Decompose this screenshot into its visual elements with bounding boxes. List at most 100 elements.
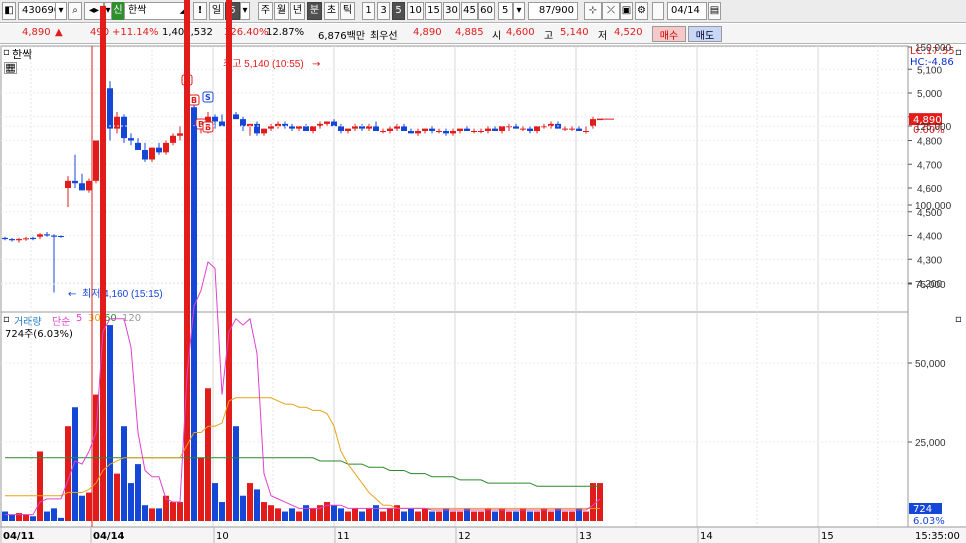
open-price: 4,600 xyxy=(506,27,535,38)
candle-body xyxy=(324,121,330,124)
best-ask: 4,890 xyxy=(413,27,442,38)
calendar-icon[interactable]: ▤ xyxy=(708,2,721,20)
candle-body xyxy=(548,123,554,127)
stock-name-label: 한싹 xyxy=(128,5,147,16)
stock-name-field[interactable]: 한싹 ◢ xyxy=(124,2,188,20)
interval-15[interactable]: 15 xyxy=(425,2,442,20)
interval-5[interactable]: 5 xyxy=(392,2,405,20)
price-settings-icon[interactable]: ▫ xyxy=(955,47,962,58)
count-input[interactable]: 5 xyxy=(498,2,513,20)
interval-30[interactable]: 30 xyxy=(443,2,460,20)
period-n-button[interactable]: 5 xyxy=(225,2,240,20)
alert-button[interactable]: ! xyxy=(193,2,207,20)
volume-bar xyxy=(72,407,78,521)
volume-bar xyxy=(51,508,57,521)
price-panel-title: 한싹 xyxy=(12,48,33,61)
candle-body xyxy=(191,107,197,127)
signal-marker xyxy=(188,94,200,106)
sell-button[interactable]: 매도 xyxy=(688,26,722,42)
candle-body xyxy=(275,123,281,127)
x-axis-bar xyxy=(0,527,966,543)
second-button[interactable]: 초 xyxy=(324,2,339,20)
volume-tick-label: 50,000 xyxy=(915,359,946,370)
speaker-dropdown-icon[interactable]: ▾ xyxy=(104,2,112,20)
candle-body xyxy=(597,119,603,121)
volume-bar xyxy=(226,0,232,522)
crosshair-icon[interactable]: ⊹ xyxy=(584,2,602,20)
period-day-button[interactable]: 일 xyxy=(209,2,224,20)
volume-bar xyxy=(30,516,36,521)
best-bid: 4,885 xyxy=(455,27,484,38)
grid-toggle-icon[interactable]: ▦ xyxy=(4,62,17,74)
volume-bar xyxy=(373,505,379,521)
volume-bar xyxy=(240,495,246,521)
x-axis-label: 11 xyxy=(337,531,350,542)
price-tick-label: 5,000 xyxy=(917,89,942,100)
change-percent: +11.14% xyxy=(112,27,159,38)
interval-3[interactable]: 3 xyxy=(377,2,390,20)
buy-button[interactable]: 매수 xyxy=(652,26,686,42)
candle-body xyxy=(366,126,372,129)
candle-body xyxy=(450,131,456,134)
code-dropdown-icon[interactable]: ▾ xyxy=(55,2,67,20)
volume-bar xyxy=(114,473,120,521)
interval-60[interactable]: 60 xyxy=(478,2,495,20)
interval-1[interactable]: 1 xyxy=(362,2,375,20)
ma60-label: 60 xyxy=(104,313,117,324)
volume-bar xyxy=(464,508,470,521)
period-dropdown-icon[interactable]: ▾ xyxy=(240,2,250,20)
volume-bar xyxy=(422,508,428,521)
volume-bar xyxy=(121,426,127,521)
volume-bar xyxy=(296,511,302,521)
volume-value: 1,402,532 xyxy=(162,27,213,38)
volume-tag-box xyxy=(909,503,942,514)
candle-body xyxy=(289,126,295,129)
gear-icon[interactable]: ⚙ xyxy=(635,2,648,20)
date-input[interactable]: 04/14 xyxy=(667,2,707,20)
count-dropdown-icon[interactable]: ▾ xyxy=(513,2,525,20)
candle-body xyxy=(107,88,113,129)
volume-bar xyxy=(562,511,568,521)
candle-body xyxy=(247,123,253,127)
volume-bar xyxy=(429,511,435,521)
volume-bar xyxy=(107,325,113,521)
interval-10[interactable]: 10 xyxy=(407,2,424,20)
quote-bar: 4,890 ▲ 490 +11.14% 1,402,532 326.40% 12… xyxy=(0,24,966,44)
year-button[interactable]: 년 xyxy=(290,2,305,20)
search-icon[interactable]: ⌕ xyxy=(68,2,82,20)
month-button[interactable]: 월 xyxy=(274,2,289,20)
volume-bar xyxy=(16,513,22,521)
candle-body xyxy=(128,138,134,141)
x-axis-label: 04/11 xyxy=(3,531,35,542)
candle-body xyxy=(65,180,71,188)
volume-bar xyxy=(359,511,365,521)
candle-body xyxy=(23,238,29,240)
save-icon[interactable]: ▣ xyxy=(620,2,633,20)
candle-body xyxy=(478,131,484,132)
candle-body xyxy=(422,128,428,131)
code-input[interactable]: 430690 xyxy=(18,2,60,20)
candle-body xyxy=(387,128,393,131)
panel-handle-icon[interactable]: ▫ xyxy=(3,47,10,58)
draw-tool-icon[interactable]: ⤫ xyxy=(602,2,620,20)
candle-body xyxy=(30,237,36,240)
minute-button[interactable]: 분 xyxy=(307,2,322,20)
date-checkbox[interactable] xyxy=(652,2,664,20)
tick-button[interactable]: 틱 xyxy=(340,2,355,20)
candle-body xyxy=(485,128,491,131)
volume-panel-handle-icon[interactable]: ▫ xyxy=(3,314,10,325)
volume-bar xyxy=(282,511,288,521)
chart-menu-icon[interactable]: ◧ xyxy=(2,2,16,20)
candle-body xyxy=(317,123,323,127)
volume-bar xyxy=(233,426,239,521)
week-button[interactable]: 주 xyxy=(258,2,273,20)
x-axis-label: 04/14 xyxy=(93,531,125,542)
new-listing-badge: 신 xyxy=(112,2,124,20)
interval-45[interactable]: 45 xyxy=(461,2,478,20)
candle-body xyxy=(170,135,176,143)
up-arrow-icon: ▲ xyxy=(55,27,63,38)
volume-bar xyxy=(212,483,218,521)
volume-settings-icon[interactable]: ▫ xyxy=(955,314,962,325)
speaker-icon[interactable]: ◂▸ xyxy=(84,2,104,20)
candle-body xyxy=(443,131,449,134)
